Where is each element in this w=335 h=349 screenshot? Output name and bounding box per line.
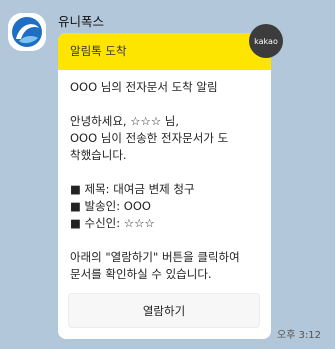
message-line: OOO 님이 전송한 전자문서가 도 (70, 131, 229, 145)
view-document-button[interactable]: 열람하기 (68, 293, 260, 328)
message-body: OOO 님의 전자문서 도착 알림 안녕하세요, ☆☆☆ 님, OOO 님이 전… (58, 70, 271, 283)
document-recipient: ■ 수신인: ☆☆☆ (70, 216, 155, 230)
message-timestamp: 오후 3:12 (277, 330, 322, 341)
message-header: 알림톡 도착 (58, 33, 271, 70)
kakao-badge: kakao (249, 24, 283, 58)
document-sender: ■ 발송인: OOO (70, 199, 151, 213)
message-line: 문서를 확인하실 수 있습니다. (70, 267, 212, 281)
message-line: 안녕하세요, ☆☆☆ 님, (70, 114, 180, 128)
message-line: 착했습니다. (70, 148, 127, 162)
message-line: 아래의 "열람하기" 버튼을 클릭하여 (70, 250, 240, 264)
sender-name: 유니폭스 (58, 14, 105, 29)
alimtalk-message-bubble[interactable]: 알림톡 도착 OOO 님의 전자문서 도착 알림 안녕하세요, ☆☆☆ 님, O… (58, 33, 271, 339)
message-title: OOO 님의 전자문서 도착 알림 (70, 80, 218, 94)
unipox-logo-icon (8, 13, 46, 51)
document-subject: ■ 제목: 대여금 변제 청구 (70, 182, 195, 196)
sender-avatar[interactable] (8, 13, 46, 51)
